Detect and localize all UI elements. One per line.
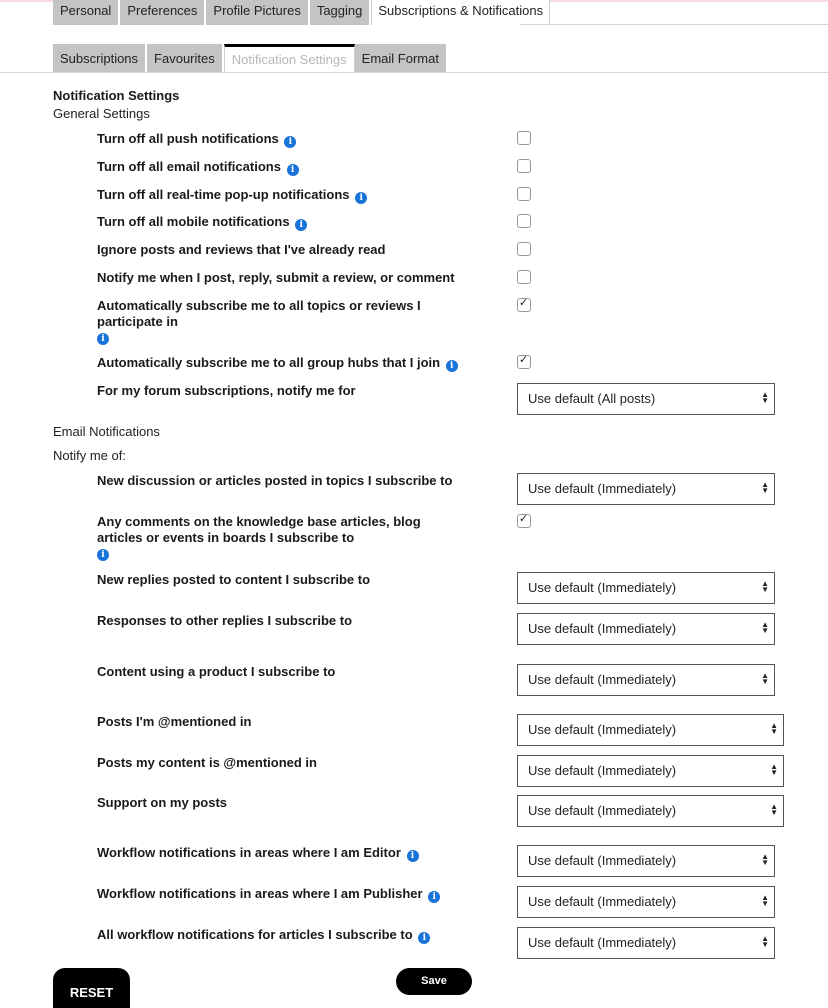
check-icon: ✓ — [519, 297, 529, 309]
auto-subscribe-topics-checkbox[interactable]: ✓ — [517, 297, 531, 312]
setting-label: Turn off all mobile notifications i — [97, 214, 462, 231]
setting-label: Turn off all email notifications i — [97, 159, 462, 176]
info-icon[interactable]: i — [284, 136, 297, 148]
secondary-tabs-divider — [0, 72, 828, 73]
setting-label: Turn off all real-time pop-up notificati… — [97, 187, 462, 204]
select-arrows-icon: ▲ ▼ — [761, 893, 769, 908]
email-setting-label: New discussion or articles posted in top… — [97, 473, 453, 488]
primary-tabs-divider — [520, 24, 828, 25]
auto-subscribe-grouphubs-checkbox[interactable]: ✓ — [517, 354, 531, 369]
mentioned-select[interactable]: Use default (Immediately) ▲ ▼ — [517, 714, 784, 746]
email-setting-label: Posts my content is @mentioned in — [97, 755, 317, 770]
workflow-articles-select[interactable]: Use default (Immediately) ▲ ▼ — [517, 927, 775, 959]
product-content-select[interactable]: Use default (Immediately) ▲ ▼ — [517, 664, 775, 696]
select-arrows-icon: ▲ ▼ — [761, 390, 769, 405]
secondary-tabs: Subscriptions Favourites Notification Se… — [53, 44, 448, 73]
setting-label: For my forum subscriptions, notify me fo… — [97, 383, 356, 398]
forum-notify-select[interactable]: Use default (All posts) ▲ ▼ — [517, 383, 775, 415]
info-icon[interactable]: i — [295, 219, 308, 231]
select-arrows-icon: ▲ ▼ — [770, 762, 778, 777]
email-setting-label: Workflow notifications in areas where I … — [97, 845, 462, 862]
info-icon[interactable]: i — [428, 891, 441, 903]
notify-me-of-heading: Notify me of: — [53, 448, 126, 463]
tab-notification-settings[interactable]: Notification Settings — [223, 44, 355, 73]
general-settings-heading: General Settings — [53, 106, 150, 121]
tab-favourites[interactable]: Favourites — [147, 44, 224, 73]
email-setting-label: Posts I'm @mentioned in — [97, 714, 252, 729]
page-title: Notification Settings — [53, 88, 180, 103]
email-setting-label: Any comments on the knowledge base artic… — [97, 514, 421, 561]
info-icon[interactable]: i — [355, 192, 368, 204]
tab-profile-pictures[interactable]: Profile Pictures — [206, 0, 310, 25]
email-setting-label: Responses to other replies I subscribe t… — [97, 613, 353, 628]
info-icon[interactable]: i — [445, 360, 458, 372]
tab-personal[interactable]: Personal — [53, 0, 121, 25]
tab-subscriptions[interactable]: Subscriptions — [53, 44, 148, 73]
tab-preferences[interactable]: Preferences — [120, 0, 207, 25]
tab-email-format[interactable]: Email Format — [354, 44, 448, 73]
tab-subscriptions-notifications[interactable]: Subscriptions & Notifications — [371, 0, 551, 25]
email-setting-label: New replies posted to content I subscrib… — [97, 572, 371, 587]
check-icon: ✓ — [519, 513, 529, 525]
turn-off-push-checkbox[interactable] — [517, 131, 531, 145]
reset-button[interactable]: RESET — [53, 968, 130, 1008]
email-setting-label: Support on my posts — [97, 795, 227, 810]
email-setting-label: Workflow notifications in areas where I … — [97, 886, 462, 903]
info-icon[interactable]: i — [418, 932, 431, 944]
check-icon: ✓ — [519, 354, 529, 366]
select-arrows-icon: ▲ ▼ — [770, 721, 778, 736]
workflow-publisher-select[interactable]: Use default (Immediately) ▲ ▼ — [517, 886, 775, 918]
save-button[interactable]: Save — [396, 968, 472, 995]
support-posts-select[interactable]: Use default (Immediately) ▲ ▼ — [517, 795, 784, 827]
select-arrows-icon: ▲ ▼ — [761, 620, 769, 635]
new-discussion-select[interactable]: Use default (Immediately) ▲ ▼ — [517, 473, 775, 505]
setting-label: Automatically subscribe me to all group … — [97, 355, 462, 372]
email-setting-label: All workflow notifications for articles … — [97, 927, 462, 944]
select-arrows-icon: ▲ ▼ — [770, 802, 778, 817]
email-setting-label: Content using a product I subscribe to — [97, 664, 336, 679]
setting-label: Notify me when I post, reply, submit a r… — [97, 270, 455, 285]
info-icon[interactable]: i — [97, 549, 109, 561]
responses-replies-select[interactable]: Use default (Immediately) ▲ ▼ — [517, 613, 775, 645]
select-arrows-icon: ▲ ▼ — [761, 480, 769, 495]
setting-label: Ignore posts and reviews that I've alrea… — [97, 242, 386, 257]
primary-tabs: Personal Preferences Profile Pictures Ta… — [53, 0, 551, 25]
turn-off-mobile-checkbox[interactable] — [517, 214, 531, 228]
select-arrows-icon: ▲ ▼ — [761, 852, 769, 867]
select-arrows-icon: ▲ ▼ — [761, 671, 769, 686]
info-icon[interactable]: i — [406, 850, 419, 862]
turn-off-email-checkbox[interactable] — [517, 159, 531, 173]
content-mentioned-select[interactable]: Use default (Immediately) ▲ ▼ — [517, 755, 784, 787]
tab-tagging[interactable]: Tagging — [309, 0, 372, 25]
ignore-read-checkbox[interactable] — [517, 242, 531, 256]
new-replies-select[interactable]: Use default (Immediately) ▲ ▼ — [517, 572, 775, 604]
select-arrows-icon: ▲ ▼ — [761, 579, 769, 594]
turn-off-popup-checkbox[interactable] — [517, 187, 531, 201]
workflow-editor-select[interactable]: Use default (Immediately) ▲ ▼ — [517, 845, 775, 877]
setting-label: Turn off all push notifications i — [97, 131, 462, 148]
info-icon[interactable]: i — [97, 333, 109, 345]
select-arrows-icon: ▲ ▼ — [761, 934, 769, 949]
kb-comments-checkbox[interactable]: ✓ — [517, 513, 531, 528]
email-notifications-heading: Email Notifications — [53, 424, 160, 439]
info-icon[interactable]: i — [286, 164, 299, 176]
notify-own-posts-checkbox[interactable] — [517, 270, 531, 284]
setting-label: Automatically subscribe me to all topics… — [97, 298, 421, 345]
